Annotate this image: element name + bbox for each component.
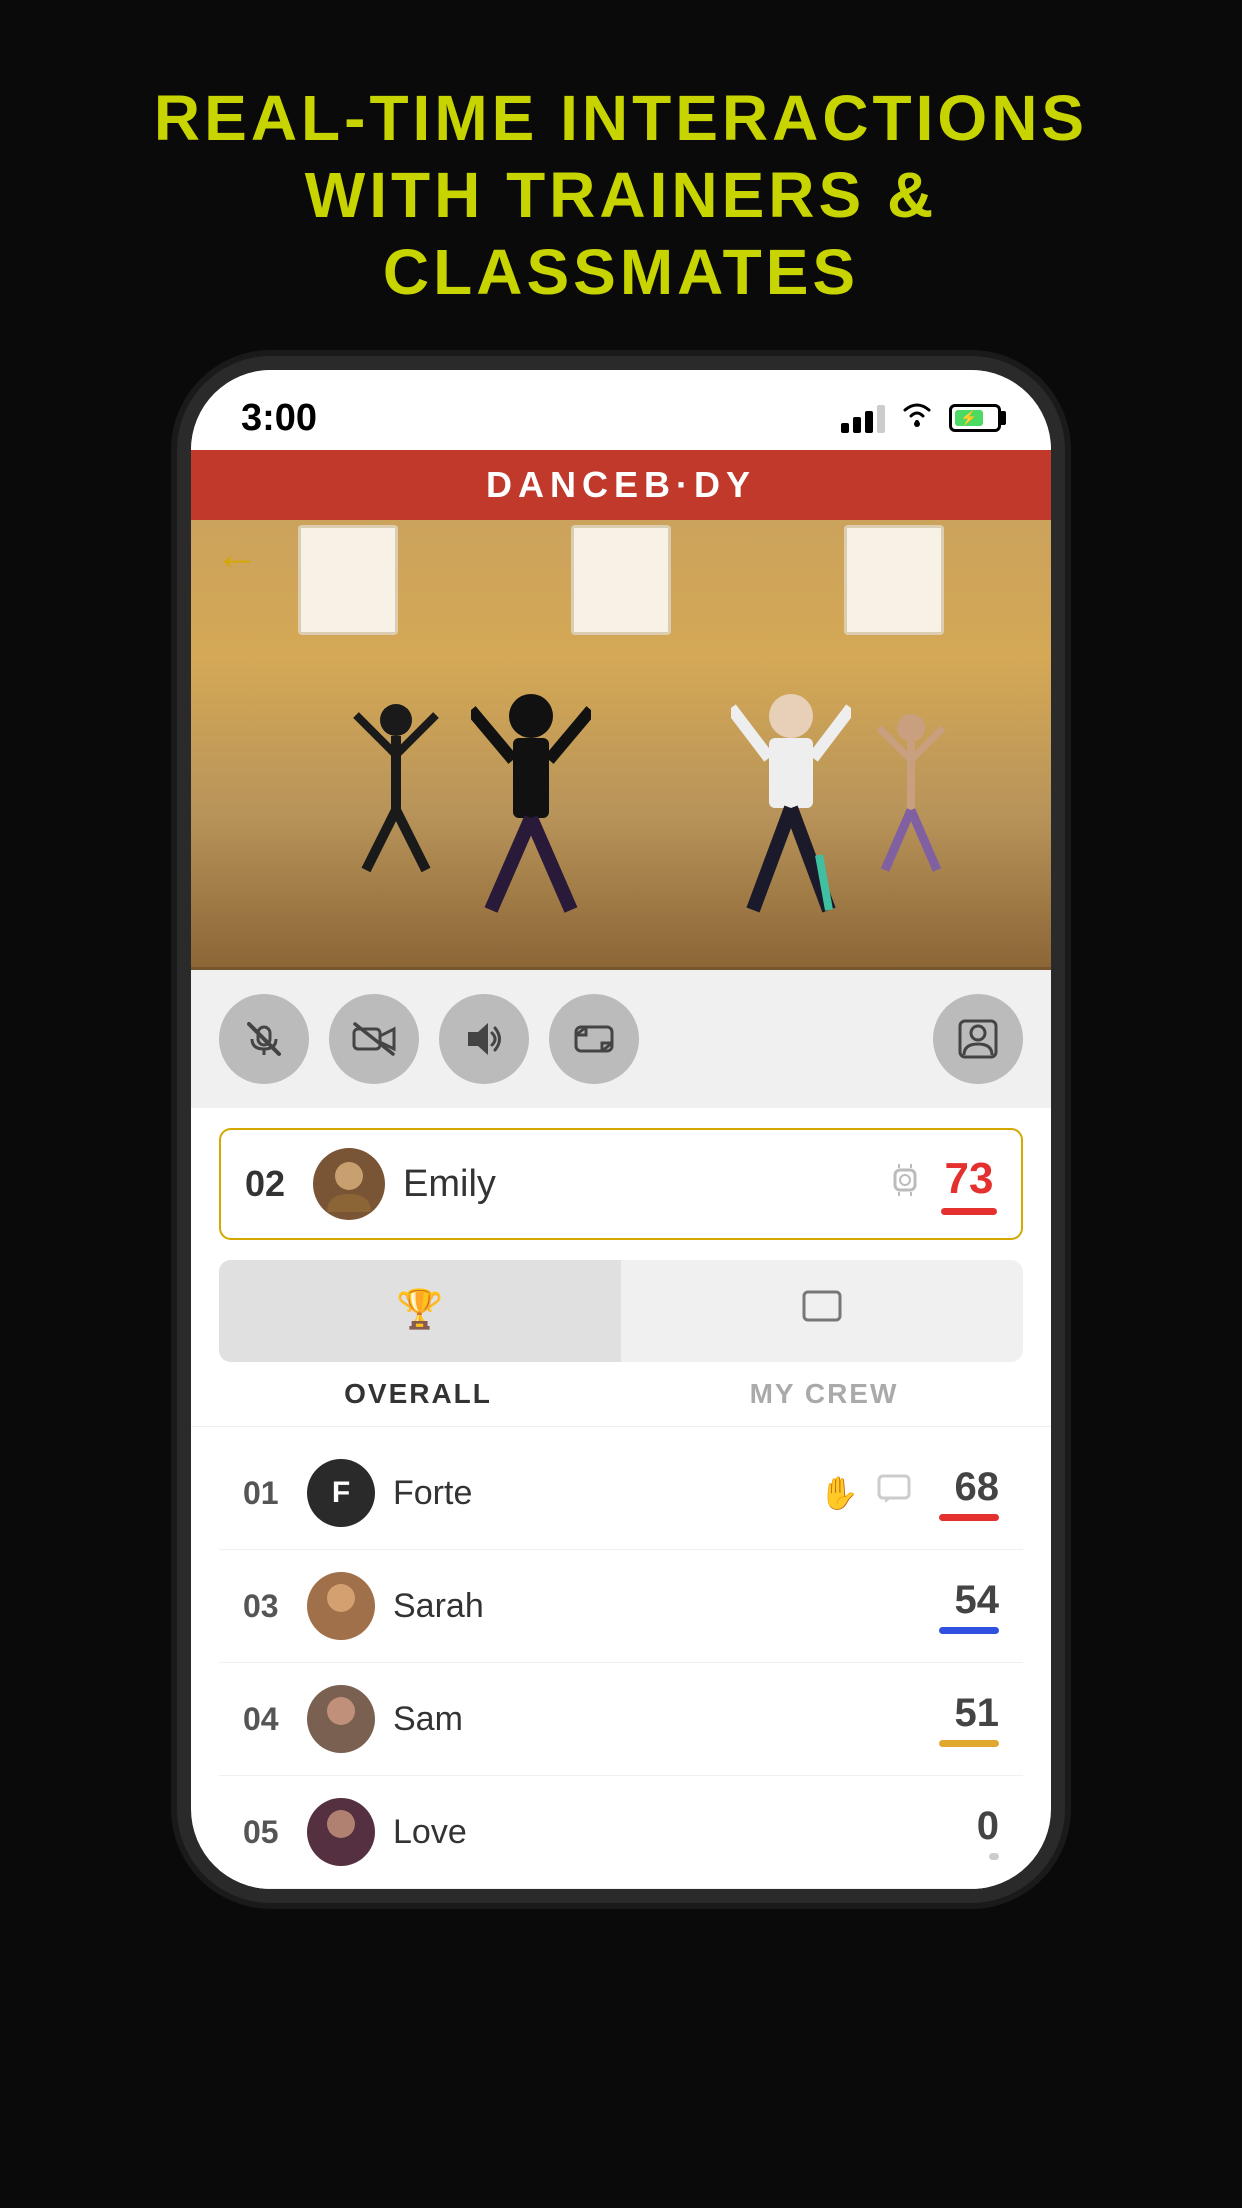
wifi-icon: [899, 400, 935, 436]
phone-shell: 3:00 ⚡: [191, 370, 1051, 1889]
floor-line: [191, 967, 1051, 970]
watch-icon: [887, 1160, 923, 1209]
current-user-avatar-image: [319, 1154, 379, 1214]
lb-rank-1: 01: [243, 1475, 289, 1512]
signal-bar-4: [877, 405, 885, 433]
current-user-avatar: [313, 1148, 385, 1220]
signal-bar-1: [841, 423, 849, 433]
status-time: 3:00: [241, 397, 317, 440]
comment-icon: [877, 1474, 911, 1504]
sound-button[interactable]: [439, 994, 529, 1084]
lb-avatar-4: [307, 1798, 375, 1866]
dance-scene: [191, 550, 1051, 970]
lb-score-bar-3: [939, 1740, 999, 1747]
video-banner-text: DANCEB·DY: [486, 464, 756, 506]
headline-line2: WITH TRAINERS &: [154, 157, 1088, 234]
dancer-1: [351, 700, 441, 910]
lb-name-1: Forte: [393, 1474, 801, 1513]
lb-rank-4: 05: [243, 1814, 289, 1851]
hand-icon[interactable]: ✋: [819, 1474, 859, 1512]
chat-square-icon: [800, 1288, 844, 1324]
lb-avatar-3: [307, 1685, 375, 1753]
current-user-row: 02 Emily 73: [219, 1128, 1023, 1240]
headline-line3: CLASSMATES: [154, 234, 1088, 311]
overall-tab-label[interactable]: OVERALL: [215, 1378, 621, 1410]
sam-avatar: [311, 1689, 371, 1749]
lb-score-3: 51: [955, 1691, 1000, 1736]
leaderboard: 01 F Forte ✋ 68: [219, 1437, 1023, 1889]
headline-line1: REAL-TIME INTERACTIONS: [154, 80, 1088, 157]
lb-score-bar-2: [939, 1627, 999, 1634]
lb-rank-2: 03: [243, 1588, 289, 1625]
switch-camera-button[interactable]: [549, 994, 639, 1084]
table-row: 05 Love 0: [219, 1776, 1023, 1889]
lb-score-col-3: 51: [929, 1691, 999, 1747]
video-area: DANCEB·DY ←: [191, 450, 1051, 970]
signal-bars-icon: [841, 403, 885, 433]
headline: REAL-TIME INTERACTIONS WITH TRAINERS & C…: [94, 80, 1148, 310]
video-banner: DANCEB·DY: [191, 450, 1051, 520]
dancer-4: [871, 710, 951, 900]
crew-tab-label[interactable]: MY CREW: [621, 1378, 1027, 1410]
sound-icon: [462, 1019, 506, 1059]
dancer-3: [731, 690, 851, 970]
signal-bar-3: [865, 411, 873, 433]
chat-icon[interactable]: [877, 1474, 911, 1512]
trophy-icon: 🏆: [396, 1288, 443, 1332]
camera-icon: [352, 1021, 396, 1057]
status-icons: ⚡: [841, 400, 1001, 436]
controls-bar: [191, 970, 1051, 1108]
mute-icon: [244, 1019, 284, 1059]
controls-left: [219, 994, 639, 1084]
signal-bar-2: [853, 417, 861, 433]
lb-initial-1: F: [332, 1476, 350, 1510]
current-user-score-bar: [941, 1208, 997, 1215]
tabs-row: 🏆: [219, 1260, 1023, 1362]
lb-name-3: Sam: [393, 1700, 911, 1739]
lb-score-4: 0: [977, 1804, 999, 1849]
sarah-avatar: [311, 1576, 371, 1636]
table-row: 04 Sam 51: [219, 1663, 1023, 1776]
current-user-name: Emily: [403, 1163, 869, 1206]
lb-rank-3: 04: [243, 1701, 289, 1738]
table-row: 03 Sarah 54: [219, 1550, 1023, 1663]
tab-crew[interactable]: [621, 1260, 1023, 1362]
tab-leaderboard[interactable]: 🏆: [219, 1260, 621, 1362]
lb-score-col-1: 68: [929, 1465, 999, 1521]
lb-score-bar-1: [939, 1514, 999, 1521]
lb-actions-1: ✋: [819, 1474, 911, 1512]
lb-score-col-4: 0: [929, 1804, 999, 1860]
lb-score-1: 68: [955, 1465, 1000, 1510]
lb-name-4: Love: [393, 1813, 911, 1852]
crew-icon: [800, 1288, 844, 1334]
love-avatar: [311, 1802, 371, 1862]
battery-icon: ⚡: [949, 404, 1001, 432]
lb-score-bar-4: [989, 1853, 999, 1860]
table-row: 01 F Forte ✋ 68: [219, 1437, 1023, 1550]
lb-score-col-2: 54: [929, 1578, 999, 1634]
smartwatch-icon: [887, 1160, 923, 1200]
switch-camera-icon: [572, 1021, 616, 1057]
dancer-2: [471, 690, 591, 970]
lb-avatar-2: [307, 1572, 375, 1640]
current-user-score: 73: [945, 1154, 994, 1204]
camera-button[interactable]: [329, 994, 419, 1084]
lb-score-2: 54: [955, 1578, 1000, 1623]
profile-icon: [956, 1017, 1000, 1061]
profile-button[interactable]: [933, 994, 1023, 1084]
status-bar: 3:00 ⚡: [191, 370, 1051, 450]
lb-name-2: Sarah: [393, 1587, 911, 1626]
lb-avatar-1: F: [307, 1459, 375, 1527]
current-user-rank: 02: [245, 1163, 295, 1205]
leaderboard-header: OVERALL MY CREW: [191, 1362, 1051, 1427]
mute-button[interactable]: [219, 994, 309, 1084]
page-background: REAL-TIME INTERACTIONS WITH TRAINERS & C…: [0, 0, 1242, 2208]
current-user-score-col: 73: [941, 1154, 997, 1215]
